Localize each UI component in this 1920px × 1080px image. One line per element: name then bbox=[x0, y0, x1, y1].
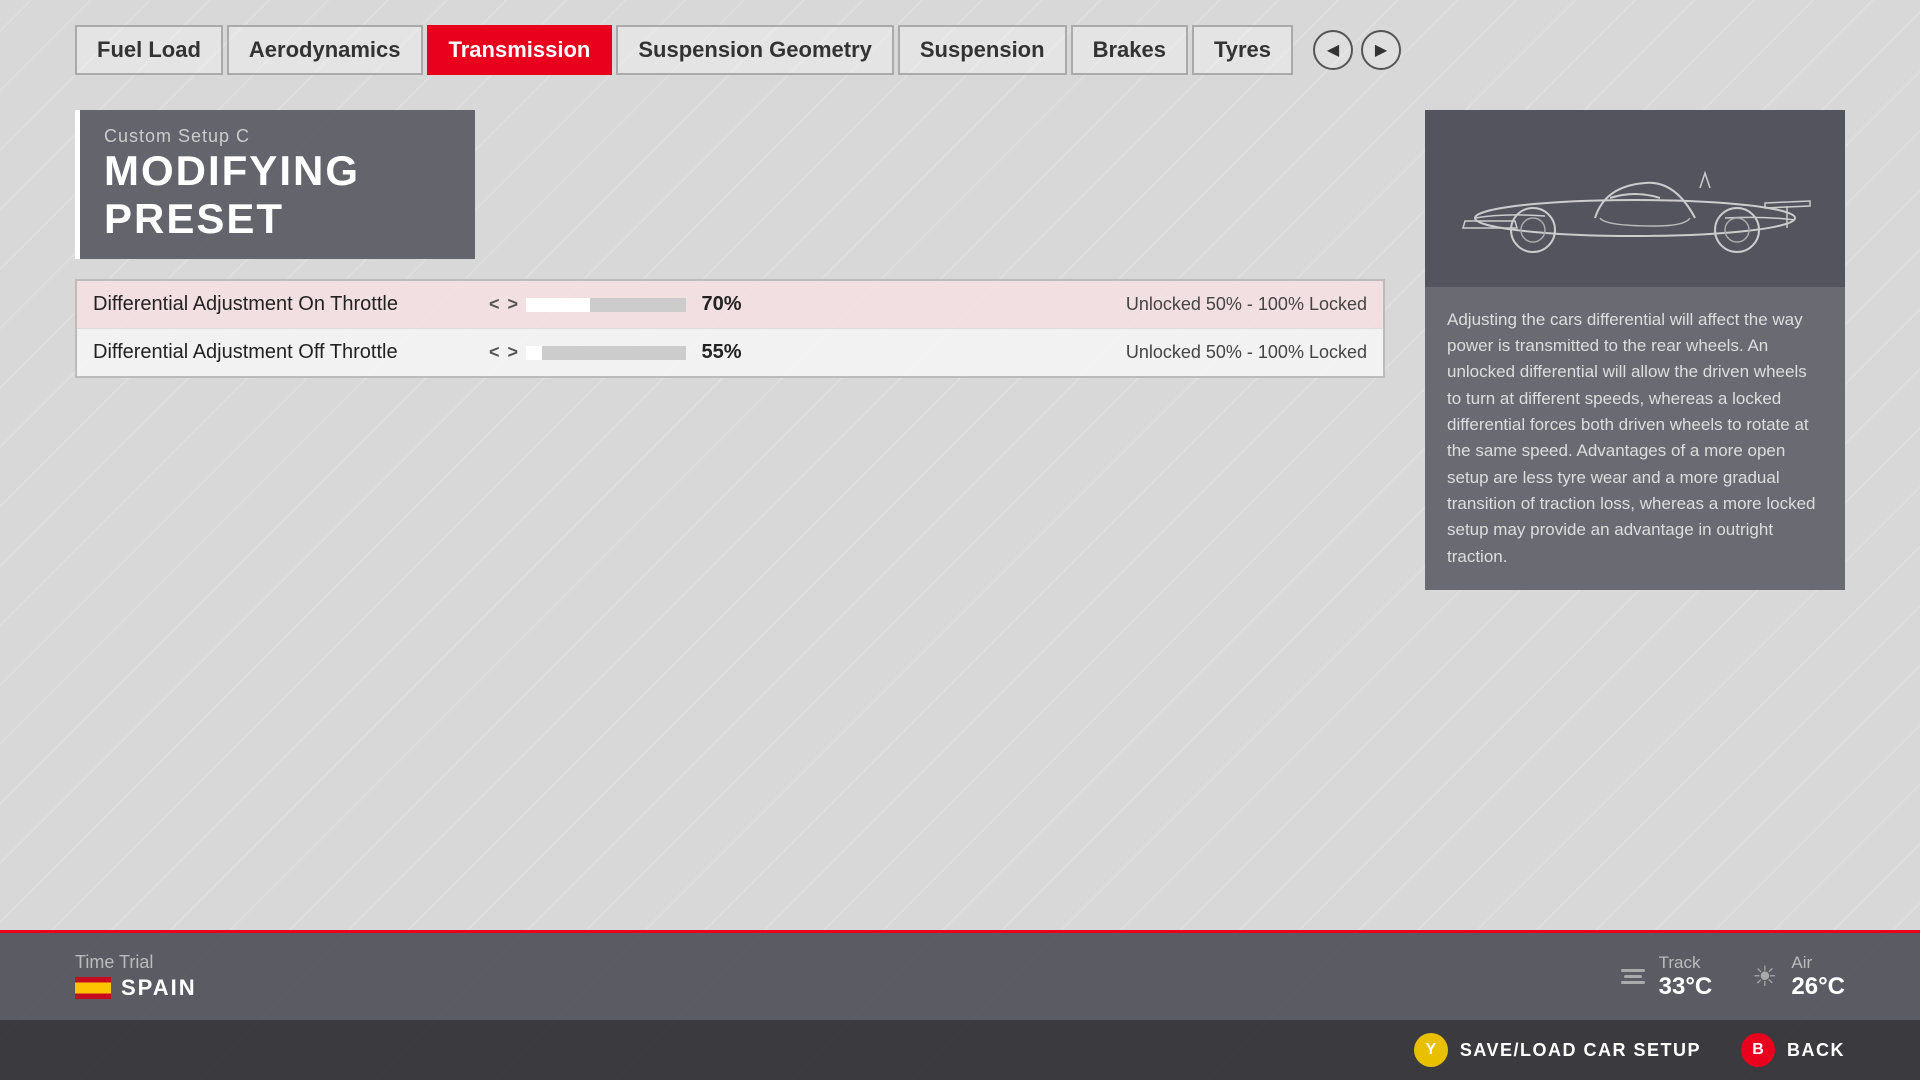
nav-arrows: ◀ ▶ bbox=[1313, 30, 1401, 70]
sun-icon: ☀ bbox=[1752, 960, 1777, 993]
session-type: Time Trial bbox=[75, 952, 197, 973]
air-temp-details: Air 26°C bbox=[1791, 953, 1845, 1001]
setting-bar-fill bbox=[526, 298, 590, 312]
settings-table: Differential Adjustment On Throttle < > … bbox=[75, 279, 1385, 378]
session-location: SPAIN bbox=[75, 975, 197, 1001]
decrease-arrow[interactable]: < bbox=[489, 342, 500, 363]
nav-tab-brakes[interactable]: Brakes bbox=[1071, 25, 1188, 75]
nav-tab-fuel-load[interactable]: Fuel Load bbox=[75, 25, 223, 75]
setting-controls: < > 70% bbox=[489, 293, 749, 316]
nav-tab-tyres[interactable]: Tyres bbox=[1192, 25, 1293, 75]
right-panel: Adjusting the cars differential will aff… bbox=[1425, 110, 1845, 910]
setting-value: 70% bbox=[694, 293, 749, 316]
setup-subtitle: Custom Setup C bbox=[104, 126, 451, 147]
nav-tab-transmission[interactable]: Transmission bbox=[427, 25, 613, 75]
setup-header: Custom Setup C MODIFYING PRESET bbox=[75, 110, 475, 259]
bottom-bar: Time Trial SPAIN Track bbox=[0, 930, 1920, 1020]
setting-controls: < > 55% bbox=[489, 341, 749, 364]
nav-bar: Fuel LoadAerodynamicsTransmissionSuspens… bbox=[0, 0, 1920, 100]
info-card: Adjusting the cars differential will aff… bbox=[1425, 110, 1845, 590]
nav-next-arrow[interactable]: ▶ bbox=[1361, 30, 1401, 70]
btn-label-save-load: SAVE/LOAD CAR SETUP bbox=[1460, 1040, 1701, 1061]
setup-title: MODIFYING PRESET bbox=[104, 147, 451, 243]
nav-tab-suspension[interactable]: Suspension bbox=[898, 25, 1067, 75]
weather-info: Track 33°C ☀ Air 26°C bbox=[1621, 953, 1845, 1001]
footer-actions: Y SAVE/LOAD CAR SETUP B BACK bbox=[0, 1020, 1920, 1080]
nav-tab-aerodynamics[interactable]: Aerodynamics bbox=[227, 25, 423, 75]
btn-label-back: BACK bbox=[1787, 1040, 1845, 1061]
session-info: Time Trial SPAIN bbox=[75, 952, 197, 1001]
spain-flag bbox=[75, 977, 111, 999]
setting-bar bbox=[526, 298, 686, 312]
track-temp-details: Track 33°C bbox=[1659, 953, 1713, 1001]
heat-wave-icon bbox=[1621, 969, 1645, 984]
air-label: Air bbox=[1791, 953, 1845, 973]
setting-name: Differential Adjustment On Throttle bbox=[93, 293, 473, 316]
track-temp-value: 33°C bbox=[1659, 973, 1713, 1001]
btn-circle-back: B bbox=[1741, 1033, 1775, 1067]
info-description: Adjusting the cars differential will aff… bbox=[1425, 287, 1845, 590]
increase-arrow[interactable]: > bbox=[508, 342, 519, 363]
setting-row[interactable]: Differential Adjustment On Throttle < > … bbox=[77, 281, 1383, 329]
setting-value: 55% bbox=[694, 341, 749, 364]
setting-row[interactable]: Differential Adjustment Off Throttle < >… bbox=[77, 329, 1383, 376]
setting-range: Unlocked 50% - 100% Locked bbox=[765, 342, 1367, 363]
btn-circle-save-load: Y bbox=[1414, 1033, 1448, 1067]
air-temp-value: 26°C bbox=[1791, 973, 1845, 1001]
increase-arrow[interactable]: > bbox=[508, 294, 519, 315]
main-container: Fuel LoadAerodynamicsTransmissionSuspens… bbox=[0, 0, 1920, 1080]
air-temp-item: ☀ Air 26°C bbox=[1752, 953, 1845, 1001]
setting-range: Unlocked 50% - 100% Locked bbox=[765, 294, 1367, 315]
setting-bar bbox=[526, 346, 686, 360]
track-temp-item: Track 33°C bbox=[1621, 953, 1713, 1001]
left-panel: Custom Setup C MODIFYING PRESET Differen… bbox=[75, 110, 1385, 910]
save-load-button[interactable]: Y SAVE/LOAD CAR SETUP bbox=[1414, 1033, 1701, 1067]
setting-bar-fill bbox=[526, 346, 542, 360]
nav-tab-suspension-geometry[interactable]: Suspension Geometry bbox=[616, 25, 894, 75]
track-label: Track bbox=[1659, 953, 1713, 973]
nav-prev-arrow[interactable]: ◀ bbox=[1313, 30, 1353, 70]
setting-name: Differential Adjustment Off Throttle bbox=[93, 341, 473, 364]
decrease-arrow[interactable]: < bbox=[489, 294, 500, 315]
car-illustration bbox=[1425, 110, 1845, 287]
session-country: SPAIN bbox=[121, 975, 197, 1001]
back-button[interactable]: B BACK bbox=[1741, 1033, 1845, 1067]
content-area: Custom Setup C MODIFYING PRESET Differen… bbox=[0, 100, 1920, 930]
